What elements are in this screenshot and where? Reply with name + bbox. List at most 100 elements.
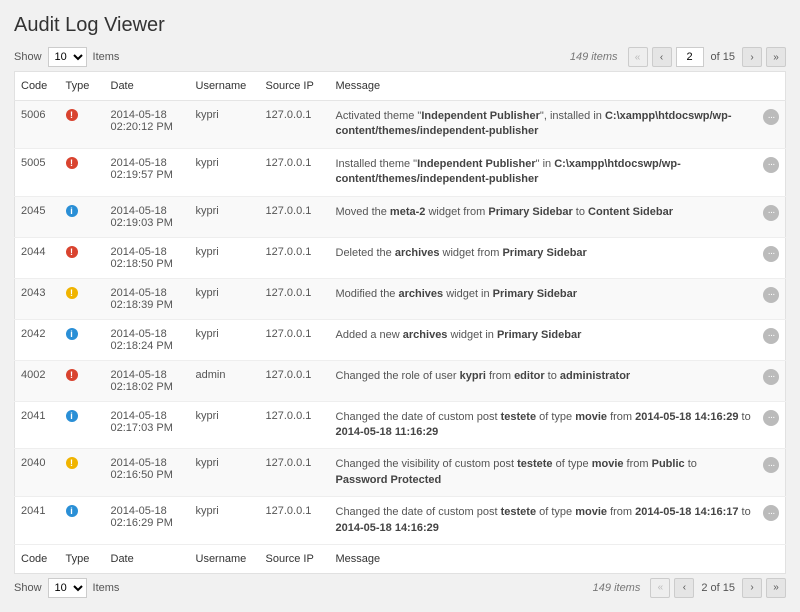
first-page-button-bottom[interactable]: « xyxy=(650,578,670,598)
cell-date: 2014-05-18 02:19:03 PM xyxy=(105,196,190,237)
cell-actions: ··· xyxy=(757,278,786,319)
cell-sourceip: 127.0.0.1 xyxy=(260,148,330,196)
cell-username: kypri xyxy=(190,148,260,196)
total-items-label: 149 items xyxy=(570,51,618,63)
cell-actions: ··· xyxy=(757,101,786,149)
row-actions-button[interactable]: ··· xyxy=(763,328,779,344)
col-header-actions xyxy=(757,72,786,101)
cell-actions: ··· xyxy=(757,497,786,545)
next-page-button[interactable]: › xyxy=(742,47,762,67)
type-blue-icon: i xyxy=(66,410,78,422)
cell-type: ! xyxy=(60,278,105,319)
cell-message: Changed the visibility of custom post te… xyxy=(330,449,758,497)
cell-code: 2044 xyxy=(15,237,60,278)
items-per-page-select[interactable]: 10 xyxy=(48,47,87,67)
cell-date: 2014-05-18 02:18:50 PM xyxy=(105,237,190,278)
last-page-button[interactable]: » xyxy=(766,47,786,67)
audit-log-table: Code Type Date Username Source IP Messag… xyxy=(14,71,786,574)
col-footer-message[interactable]: Message xyxy=(330,544,758,573)
cell-type: ! xyxy=(60,360,105,401)
tablenav-top: Show 10 Items 149 items « ‹ of 15 › » xyxy=(14,47,786,67)
cell-code: 2042 xyxy=(15,319,60,360)
tablenav-bottom: Show 10 Items 149 items « ‹ 2 of 15 › » xyxy=(14,578,786,598)
table-row: 2042i2014-05-18 02:18:24 PMkypri127.0.0.… xyxy=(15,319,786,360)
first-page-button[interactable]: « xyxy=(628,47,648,67)
cell-actions: ··· xyxy=(757,360,786,401)
cell-sourceip: 127.0.0.1 xyxy=(260,278,330,319)
col-header-message[interactable]: Message xyxy=(330,72,758,101)
prev-page-button-bottom[interactable]: ‹ xyxy=(674,578,694,598)
cell-sourceip: 127.0.0.1 xyxy=(260,196,330,237)
cell-sourceip: 127.0.0.1 xyxy=(260,101,330,149)
cell-username: kypri xyxy=(190,196,260,237)
cell-actions: ··· xyxy=(757,401,786,449)
cell-code: 4002 xyxy=(15,360,60,401)
row-actions-button[interactable]: ··· xyxy=(763,505,779,521)
items-label: Items xyxy=(93,51,120,63)
cell-message: Deleted the archives widget from Primary… xyxy=(330,237,758,278)
cell-username: kypri xyxy=(190,401,260,449)
col-footer-username[interactable]: Username xyxy=(190,544,260,573)
row-actions-button[interactable]: ··· xyxy=(763,109,779,125)
last-page-button-bottom[interactable]: » xyxy=(766,578,786,598)
cell-sourceip: 127.0.0.1 xyxy=(260,360,330,401)
col-footer-date[interactable]: Date xyxy=(105,544,190,573)
cell-date: 2014-05-18 02:16:29 PM xyxy=(105,497,190,545)
page-title: Audit Log Viewer xyxy=(14,14,786,37)
type-red-icon: ! xyxy=(66,369,78,381)
cell-date: 2014-05-18 02:19:57 PM xyxy=(105,148,190,196)
next-page-button-bottom[interactable]: › xyxy=(742,578,762,598)
row-actions-button[interactable]: ··· xyxy=(763,157,779,173)
pager-bottom: 149 items « ‹ 2 of 15 › » xyxy=(593,578,786,598)
row-actions-button[interactable]: ··· xyxy=(763,287,779,303)
cell-type: i xyxy=(60,319,105,360)
cell-code: 5006 xyxy=(15,101,60,149)
col-header-date[interactable]: Date xyxy=(105,72,190,101)
col-footer-type[interactable]: Type xyxy=(60,544,105,573)
cell-date: 2014-05-18 02:18:24 PM xyxy=(105,319,190,360)
cell-message: Added a new archives widget in Primary S… xyxy=(330,319,758,360)
cell-type: i xyxy=(60,497,105,545)
table-row: 2040!2014-05-18 02:16:50 PMkypri127.0.0.… xyxy=(15,449,786,497)
cell-code: 5005 xyxy=(15,148,60,196)
cell-message: Moved the meta-2 widget from Primary Sid… xyxy=(330,196,758,237)
row-actions-button[interactable]: ··· xyxy=(763,369,779,385)
col-header-sourceip[interactable]: Source IP xyxy=(260,72,330,101)
show-label-bottom: Show xyxy=(14,582,42,594)
cell-actions: ··· xyxy=(757,319,786,360)
cell-username: kypri xyxy=(190,101,260,149)
cell-actions: ··· xyxy=(757,237,786,278)
cell-message: Changed the date of custom post testete … xyxy=(330,401,758,449)
items-label-bottom: Items xyxy=(93,582,120,594)
cell-type: i xyxy=(60,401,105,449)
cell-type: i xyxy=(60,196,105,237)
col-footer-sourceip[interactable]: Source IP xyxy=(260,544,330,573)
type-yellow-icon: ! xyxy=(66,457,78,469)
cell-type: ! xyxy=(60,237,105,278)
cell-message: Changed the role of user kypri from edit… xyxy=(330,360,758,401)
col-footer-code[interactable]: Code xyxy=(15,544,60,573)
prev-page-button[interactable]: ‹ xyxy=(652,47,672,67)
cell-username: kypri xyxy=(190,278,260,319)
page-number-input[interactable] xyxy=(676,47,704,67)
row-actions-button[interactable]: ··· xyxy=(763,457,779,473)
cell-date: 2014-05-18 02:17:03 PM xyxy=(105,401,190,449)
cell-code: 2041 xyxy=(15,401,60,449)
row-actions-button[interactable]: ··· xyxy=(763,410,779,426)
col-header-username[interactable]: Username xyxy=(190,72,260,101)
type-blue-icon: i xyxy=(66,328,78,340)
row-actions-button[interactable]: ··· xyxy=(763,205,779,221)
cell-type: ! xyxy=(60,449,105,497)
cell-username: kypri xyxy=(190,319,260,360)
cell-date: 2014-05-18 02:16:50 PM xyxy=(105,449,190,497)
col-header-type[interactable]: Type xyxy=(60,72,105,101)
cell-message: Installed theme "Independent Publisher" … xyxy=(330,148,758,196)
cell-sourceip: 127.0.0.1 xyxy=(260,497,330,545)
type-red-icon: ! xyxy=(66,157,78,169)
col-header-code[interactable]: Code xyxy=(15,72,60,101)
cell-username: admin xyxy=(190,360,260,401)
items-per-page-select-bottom[interactable]: 10 xyxy=(48,578,87,598)
row-actions-button[interactable]: ··· xyxy=(763,246,779,262)
pager-top: 149 items « ‹ of 15 › » xyxy=(570,47,786,67)
page-of-label: of 15 xyxy=(711,51,735,63)
